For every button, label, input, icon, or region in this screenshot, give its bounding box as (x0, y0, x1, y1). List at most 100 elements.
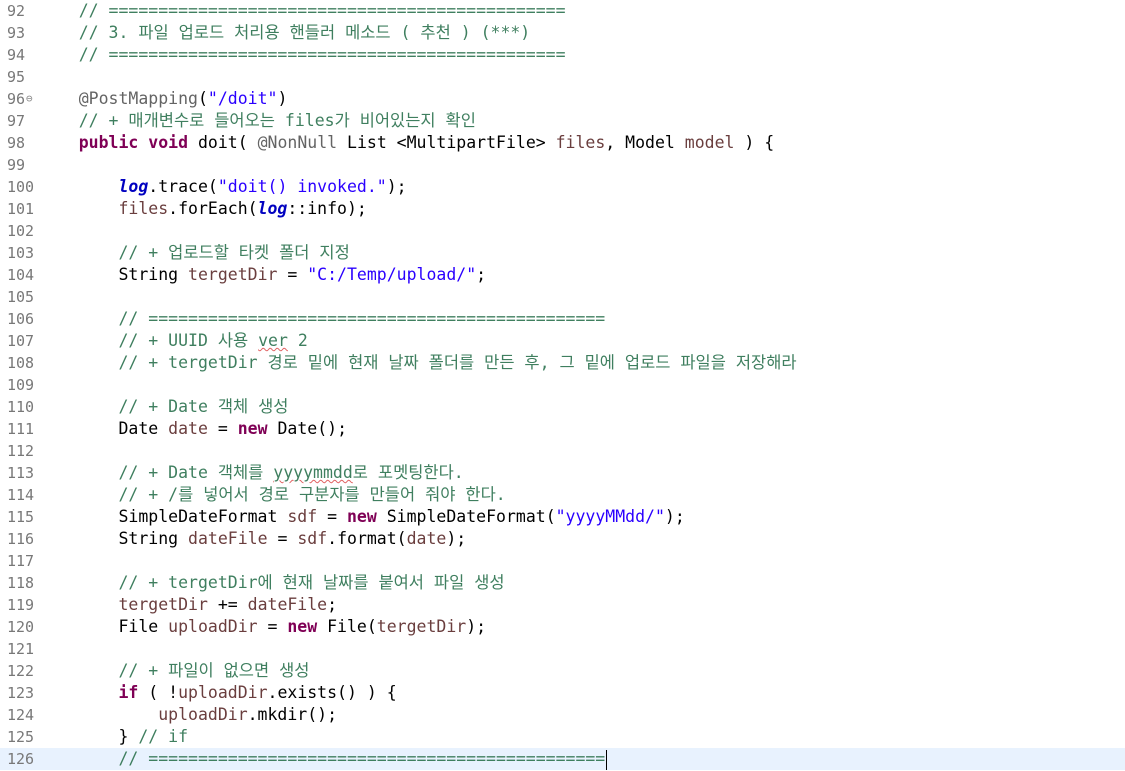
code-line[interactable]: 123 if ( !uploadDir.exists() ) { (0, 682, 1125, 704)
code-line[interactable]: 117 (0, 550, 1125, 572)
line-number: 123 (7, 684, 35, 702)
code-line[interactable]: 116 String dateFile = sdf.format(date); (0, 528, 1125, 550)
code-line[interactable]: 105 (0, 286, 1125, 308)
code-line[interactable]: 107 // + UUID 사용 ver 2 (0, 330, 1125, 352)
line-number: 114 (7, 486, 35, 504)
code-line[interactable]: 93 // 3. 파일 업로드 처리용 핸들러 메소드 ( 추천 ) (***) (0, 22, 1125, 44)
code-string-literal: "/doit" (207, 89, 278, 108)
code-line[interactable]: 98 public void doit( @NonNull List <Mult… (0, 132, 1125, 154)
code-line[interactable]: 121 (0, 638, 1125, 660)
code-text: ); (386, 177, 407, 196)
code-line[interactable]: 120 File uploadDir = new File(tergetDir)… (0, 616, 1125, 638)
code-line[interactable]: 124 uploadDir.mkdir(); (0, 704, 1125, 726)
code-line[interactable]: 96 ⊖ @PostMapping("/doit") (0, 88, 1125, 110)
code-string-literal: "yyyyMMdd/" (555, 507, 665, 526)
code-content: String tergetDir = "C:/Temp/upload/"; (39, 264, 486, 286)
code-line[interactable]: 122 // + 파일이 없으면 생성 (0, 660, 1125, 682)
code-text: List <MultipartFile> (337, 133, 556, 152)
code-content: // =====================================… (39, 748, 608, 770)
code-line[interactable]: 108 // + tergetDir 경로 밑에 현재 날짜 폴더를 만든 후,… (0, 352, 1125, 374)
code-variable: dateFile (188, 529, 268, 548)
line-number: 113 (7, 464, 35, 482)
code-line[interactable]: 109 (0, 374, 1125, 396)
code-content: // =====================================… (39, 0, 566, 22)
line-number: 100 (7, 178, 35, 196)
code-content: // =====================================… (39, 44, 566, 66)
code-content: // =====================================… (39, 308, 605, 330)
code-line[interactable]: 112 (0, 440, 1125, 462)
code-comment: // + tergetDir 경로 밑에 현재 날짜 폴더를 만든 후, 그 밑… (118, 353, 797, 372)
line-number: 98 (7, 134, 26, 152)
code-comment: // + 매개변수로 들어오는 files가 비어있는지 확인 (78, 111, 476, 130)
code-variable: date (406, 529, 447, 548)
line-number: 95 (7, 68, 26, 86)
code-comment: // + /를 넣어서 경로 구분자를 만들어 줘야 한다. (118, 485, 506, 504)
code-content: Date date = new Date(); (39, 418, 347, 440)
code-line[interactable]: 95 (0, 66, 1125, 88)
code-variable: dateFile (247, 595, 328, 614)
code-line[interactable]: 100 log.trace("doit() invoked."); (0, 176, 1125, 198)
code-variable: uploadDir (178, 683, 268, 702)
code-line[interactable]: 125 } // if (0, 726, 1125, 748)
code-text: File (118, 617, 169, 636)
code-line[interactable]: 113 // + Date 객체를 yyyymmdd로 포멧팅한다. (0, 462, 1125, 484)
code-content: files.forEach(log::info); (39, 198, 366, 220)
code-line[interactable]: 115 SimpleDateFormat sdf = new SimpleDat… (0, 506, 1125, 528)
code-keyword: if (118, 683, 139, 702)
code-variable: sdf (297, 529, 328, 548)
line-number: 105 (7, 288, 35, 306)
code-line[interactable]: 106 // =================================… (0, 308, 1125, 330)
code-line[interactable]: 97 // + 매개변수로 들어오는 files가 비어있는지 확인 (0, 110, 1125, 132)
code-content: if ( !uploadDir.exists() ) { (39, 682, 396, 704)
code-line[interactable]: 126 // =================================… (0, 748, 1125, 770)
code-text: Date (118, 419, 169, 438)
code-text: String (118, 529, 189, 548)
text-caret (606, 749, 608, 770)
code-comment: 2 (287, 331, 308, 350)
code-line[interactable]: 119 tergetDir += dateFile; (0, 594, 1125, 616)
line-number: 112 (7, 442, 35, 460)
code-line[interactable]: 110 // + Date 객체 생성 (0, 396, 1125, 418)
code-text: SimpleDateFormat( (376, 507, 556, 526)
code-text: Date(); (267, 419, 348, 438)
code-content: // + tergetDir 경로 밑에 현재 날짜 폴더를 만든 후, 그 밑… (39, 352, 797, 374)
code-line[interactable]: 114 // + /를 넣어서 경로 구분자를 만들어 줘야 한다. (0, 484, 1125, 506)
code-comment: // + 업로드할 타켓 폴더 지정 (118, 243, 350, 262)
line-number: 111 (7, 420, 35, 438)
code-variable: tergetDir (188, 265, 278, 284)
code-line[interactable]: 103 // + 업로드할 타켓 폴더 지정 (0, 242, 1125, 264)
line-number: 119 (7, 596, 35, 614)
code-line[interactable]: 94 // ==================================… (0, 44, 1125, 66)
code-text: ) (277, 89, 288, 108)
code-comment: // if (138, 727, 189, 746)
code-line[interactable]: 102 (0, 220, 1125, 242)
code-line[interactable]: 104 String tergetDir = "C:/Temp/upload/"… (0, 264, 1125, 286)
line-number: 97 (7, 112, 26, 130)
code-variable: tergetDir (118, 595, 208, 614)
line-number: 104 (7, 266, 35, 284)
code-editor[interactable]: 92 // ==================================… (0, 0, 1125, 771)
code-content: // 3. 파일 업로드 처리용 핸들러 메소드 ( 추천 ) (***) (39, 22, 531, 44)
fold-collapse-icon[interactable]: ⊖ (26, 88, 33, 110)
code-line[interactable]: 111 Date date = new Date(); (0, 418, 1125, 440)
code-string-literal: "C:/Temp/upload/" (307, 265, 477, 284)
code-text: doit( (188, 133, 258, 152)
code-line[interactable]: 92 // ==================================… (0, 0, 1125, 22)
code-line[interactable]: 99 (0, 154, 1125, 176)
code-variable: files (118, 199, 169, 218)
code-comment: // 3. 파일 업로드 처리용 핸들러 메소드 ( 추천 ) (***) (78, 23, 531, 42)
code-line[interactable]: 118 // + tergetDir에 현재 날짜를 붙여서 파일 생성 (0, 572, 1125, 594)
line-number: 99 (7, 156, 26, 174)
code-text: ( ! (138, 683, 179, 702)
line-number: 106 (7, 310, 35, 328)
code-line[interactable]: 101 files.forEach(log::info); (0, 198, 1125, 220)
